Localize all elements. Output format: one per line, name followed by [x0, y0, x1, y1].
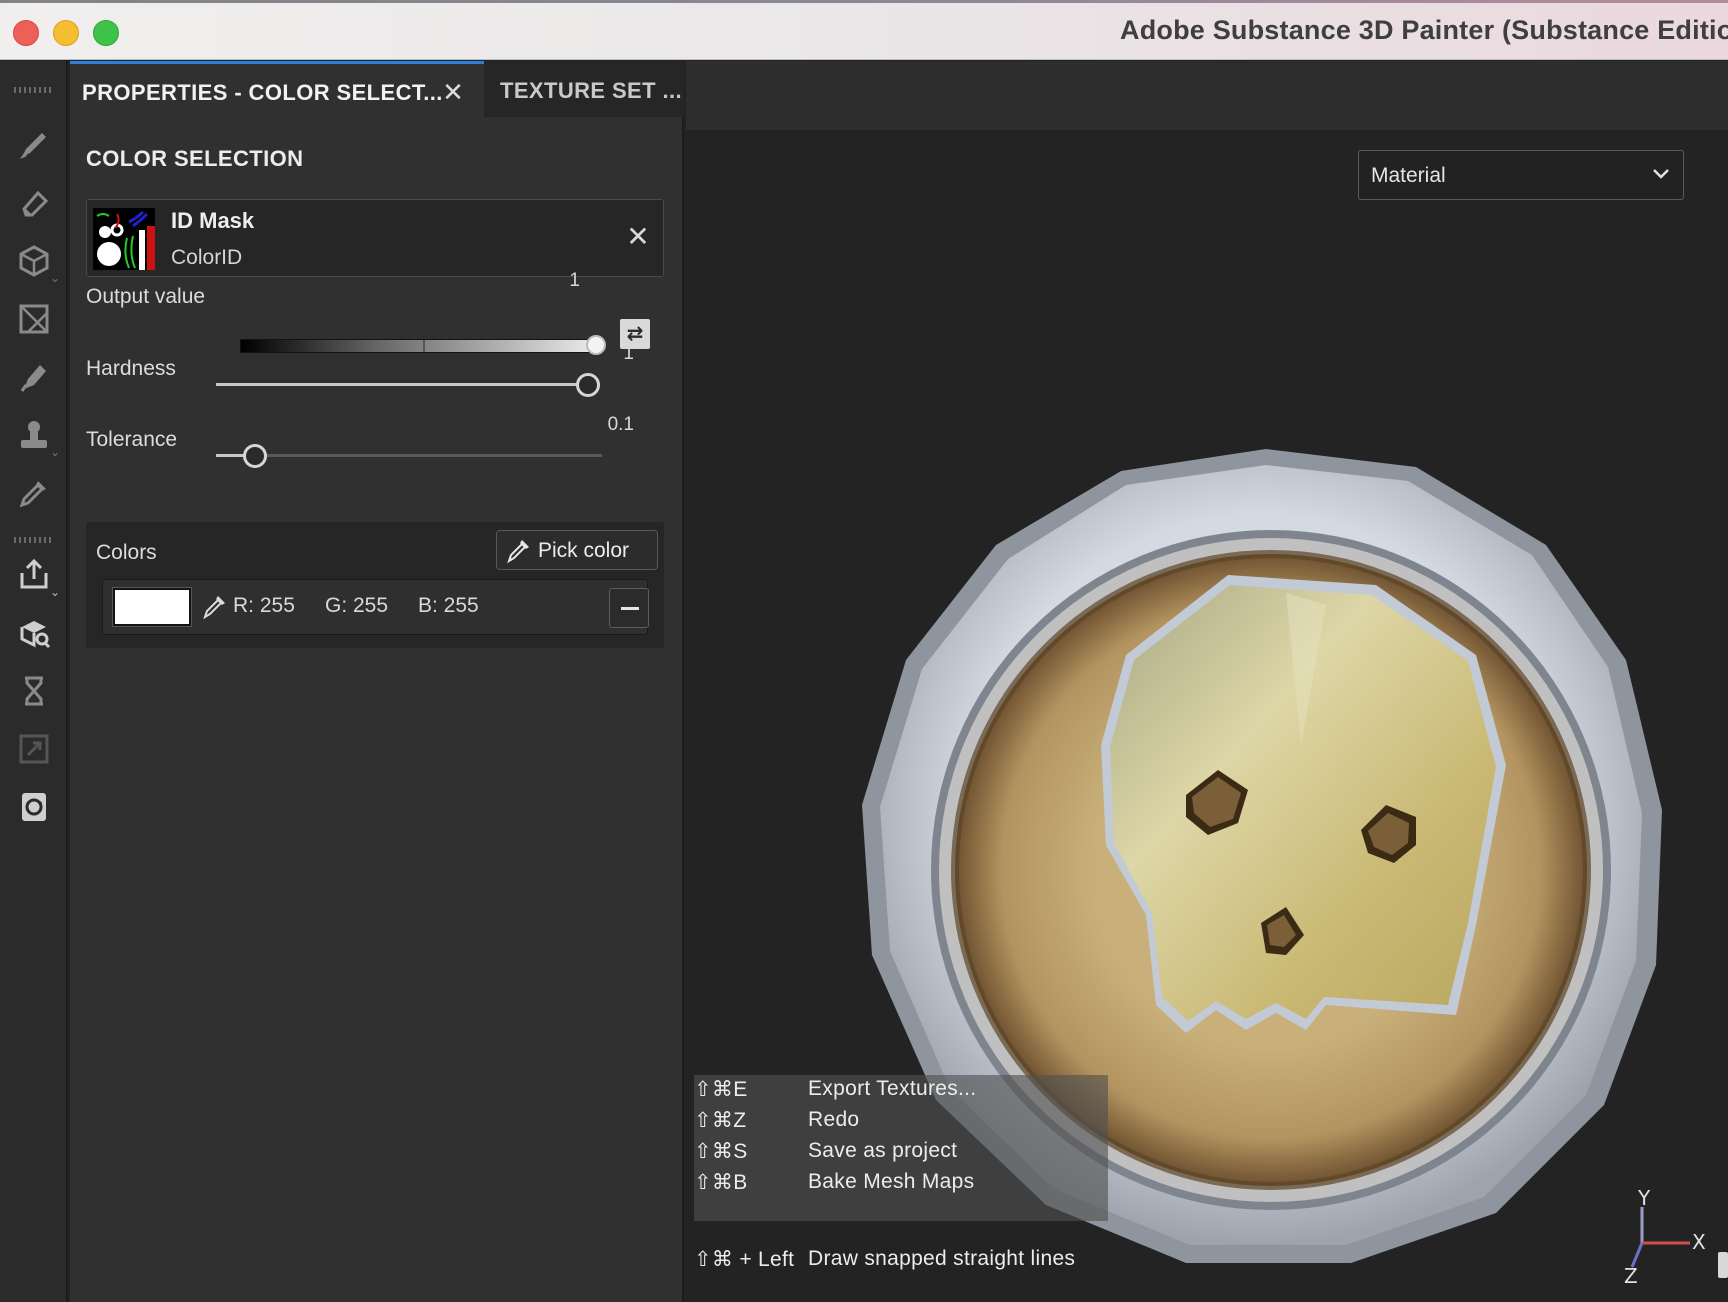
id-mask-thumbnail	[93, 208, 155, 270]
colors-group: Colors Pick color R: 255 G: 255 B: 255	[86, 522, 664, 648]
toolbar-grip[interactable]	[14, 87, 54, 93]
pick-color-label: Pick color	[538, 539, 630, 562]
axis-gizmo: Y X Z	[1624, 1186, 1706, 1285]
tolerance-slider[interactable]	[216, 454, 602, 457]
hint-action: Draw snapped straight lines	[808, 1247, 1076, 1270]
axis-x-label: X	[1692, 1230, 1706, 1254]
tolerance-value[interactable]: 0.1	[574, 414, 634, 436]
close-icon[interactable]: ✕	[439, 78, 467, 106]
window-close-button[interactable]	[13, 20, 39, 46]
resource-title: ID Mask	[171, 208, 255, 233]
tab-texture-set-label: TEXTURE SET ...	[500, 78, 683, 103]
shortcut-action: Bake Mesh Maps	[808, 1170, 975, 1193]
axis-z-label: Z	[1624, 1264, 1638, 1285]
eyedropper-icon	[507, 540, 529, 564]
eraser-icon[interactable]	[14, 183, 54, 223]
properties-panel: PROPERTIES - COLOR SELECT... ✕ TEXTURE S…	[70, 61, 684, 1302]
shortcut-action: Redo	[808, 1108, 860, 1131]
history-icon[interactable]	[14, 671, 54, 711]
color-green-value: G: 255	[325, 594, 389, 617]
shortcut-key: ⇧⌘Z	[694, 1109, 747, 1132]
bake-icon[interactable]	[14, 613, 54, 653]
tolerance-label: Tolerance	[86, 428, 178, 451]
color-swatch[interactable]	[113, 588, 191, 626]
tab-properties-color-selection[interactable]: PROPERTIES - COLOR SELECT... ✕	[70, 61, 484, 117]
section-title: COLOR SELECTION	[86, 146, 304, 171]
viewport-mode-value: Material	[1371, 164, 1446, 187]
output-value-label: Output value	[86, 285, 206, 308]
shortcut-key: ⇧⌘E	[694, 1078, 748, 1101]
color-red-value: R: 255	[233, 594, 295, 617]
minus-icon	[621, 607, 639, 610]
axis-y-label: Y	[1637, 1186, 1651, 1210]
viewport-edge-handle[interactable]	[1718, 1252, 1728, 1278]
export-icon[interactable]: ⌄	[14, 555, 60, 599]
pick-color-button[interactable]: Pick color	[496, 530, 658, 570]
smudge-icon[interactable]	[14, 357, 54, 397]
viewport-header	[686, 61, 1728, 130]
polygon-fill-icon[interactable]	[14, 299, 54, 339]
tool-sidebar: ⌄ ⌄ ⌄	[0, 61, 68, 1302]
tab-texture-set[interactable]: TEXTURE SET ...	[486, 61, 684, 117]
hardness-label: Hardness	[86, 357, 176, 380]
chevron-down-icon	[1653, 169, 1669, 179]
shortcut-action: Save as project	[808, 1139, 958, 1162]
title-bar-edge	[0, 0, 1728, 3]
hardness-slider-handle[interactable]	[576, 373, 600, 397]
shortcut-action: Export Textures...	[808, 1077, 977, 1100]
projection-icon[interactable]: ⌄	[14, 241, 60, 285]
tab-properties-label: PROPERTIES - COLOR SELECT...	[82, 80, 443, 105]
hint-key: ⇧⌘ + Left	[694, 1248, 795, 1271]
window-minimize-button[interactable]	[53, 20, 79, 46]
output-value-number[interactable]: 1	[520, 270, 580, 292]
output-value-slider[interactable]	[240, 339, 596, 353]
paint-brush-icon[interactable]	[14, 125, 54, 165]
window-maximize-button[interactable]	[93, 20, 119, 46]
shortcut-key: ⇧⌘B	[694, 1171, 748, 1194]
panel-tab-bar: PROPERTIES - COLOR SELECT... ✕ TEXTURE S…	[70, 61, 684, 117]
hardness-slider-fill	[216, 383, 588, 386]
hardness-value[interactable]: 1	[574, 343, 634, 365]
resource-subtitle: ColorID	[171, 246, 243, 269]
toolbar-grip-2[interactable]	[14, 537, 54, 543]
viewport-mode-dropdown[interactable]: Material	[1358, 150, 1684, 200]
remove-color-button[interactable]	[609, 588, 649, 628]
tolerance-slider-handle[interactable]	[242, 444, 267, 468]
hardness-slider[interactable]	[216, 383, 588, 386]
resize-icon[interactable]	[14, 729, 54, 769]
close-icon[interactable]: ✕	[621, 220, 655, 254]
shortcut-key: ⇧⌘S	[694, 1140, 748, 1163]
color-entry-row: R: 255 G: 255 B: 255	[102, 579, 649, 635]
3d-viewport[interactable]: Material ⇧⌘E Export Textures... ⇧⌘Z Redo…	[686, 130, 1728, 1302]
color-picker-icon[interactable]	[14, 473, 54, 513]
eyedropper-icon[interactable]	[201, 592, 229, 620]
shortcut-overlay: ⇧⌘E Export Textures... ⇧⌘Z Redo ⇧⌘S Save…	[694, 1075, 1108, 1221]
slider-midpoint-mark	[423, 340, 425, 352]
window-title: Adobe Substance 3D Painter (Substance Ed…	[1120, 15, 1728, 45]
colors-label: Colors	[96, 541, 157, 564]
clone-icon[interactable]: ⌄	[14, 415, 60, 459]
sync-icon[interactable]	[14, 787, 54, 827]
color-blue-value: B: 255	[418, 594, 479, 617]
title-bar: Adobe Substance 3D Painter (Substance Ed…	[0, 0, 1728, 60]
id-mask-resource[interactable]: ID Mask ColorID ✕	[86, 199, 664, 277]
